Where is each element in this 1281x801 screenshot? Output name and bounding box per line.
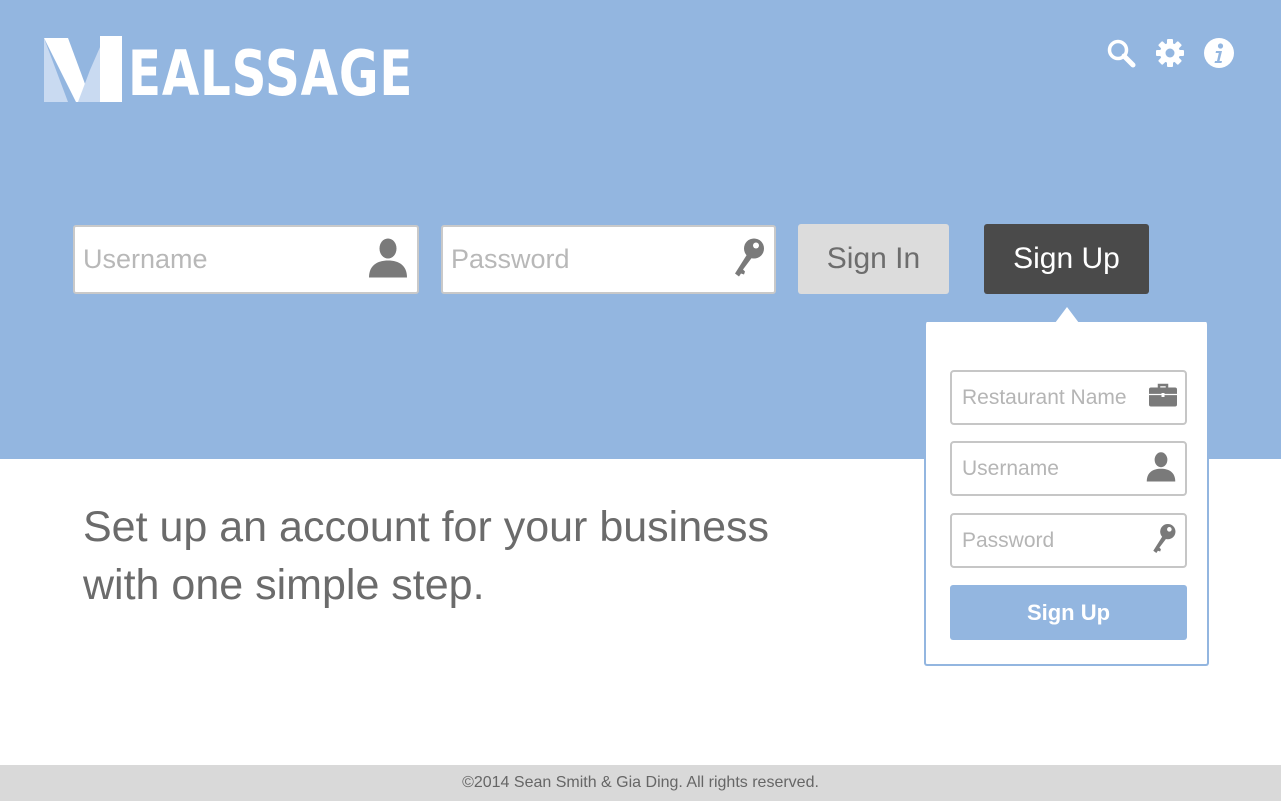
popover-username-field[interactable]: Username: [950, 441, 1187, 496]
sign-up-button[interactable]: Sign Up: [984, 224, 1149, 294]
popover-arrow: [1055, 307, 1079, 323]
sign-in-button[interactable]: Sign In: [798, 224, 949, 294]
key-icon: [732, 237, 766, 282]
logo-wordmark: EALSSAGE: [128, 37, 414, 110]
tagline: Set up an account for your business with…: [83, 503, 770, 609]
search-icon[interactable]: [1106, 38, 1136, 68]
popover-sign-up-button[interactable]: Sign Up: [950, 585, 1187, 640]
key-icon: [1151, 522, 1177, 559]
briefcase-icon: [1149, 383, 1177, 412]
username-field[interactable]: Username: [73, 225, 419, 294]
restaurant-name-field[interactable]: Restaurant Name: [950, 370, 1187, 425]
copyright-text: ©2014 Sean Smith & Gia Ding. All rights …: [462, 774, 819, 791]
gear-icon[interactable]: [1155, 38, 1185, 68]
logo-m-mark: [44, 36, 122, 102]
popover-password-placeholder: Password: [962, 528, 1055, 552]
user-icon: [367, 237, 409, 282]
signup-popover: Restaurant Name Username Password Sign U…: [924, 322, 1209, 666]
info-icon[interactable]: [1204, 38, 1234, 68]
password-placeholder: Password: [451, 244, 570, 274]
popover-password-field[interactable]: Password: [950, 513, 1187, 568]
username-placeholder: Username: [83, 244, 208, 274]
restaurant-name-placeholder: Restaurant Name: [962, 385, 1127, 409]
footer: ©2014 Sean Smith & Gia Ding. All rights …: [0, 765, 1281, 801]
password-field[interactable]: Password: [441, 225, 776, 294]
user-icon: [1145, 451, 1177, 486]
popover-username-placeholder: Username: [962, 456, 1059, 480]
